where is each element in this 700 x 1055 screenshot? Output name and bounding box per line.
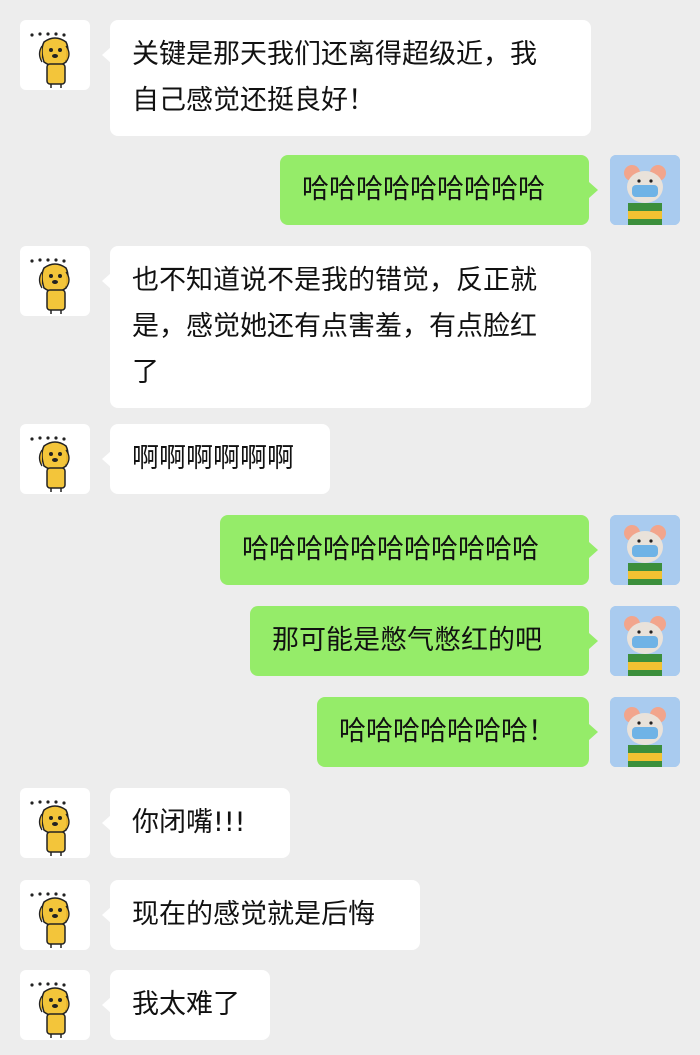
message-bubble-incoming[interactable]: 关键是那天我们还离得超级近，我 自己感觉还挺良好！ <box>110 20 591 136</box>
dog-avatar[interactable] <box>20 970 90 1040</box>
mouse-toy-avatar[interactable] <box>610 515 680 585</box>
mouse-toy-avatar[interactable] <box>610 606 680 676</box>
dog-avatar[interactable] <box>20 788 90 858</box>
message-bubble-outgoing[interactable]: 哈哈哈哈哈哈哈哈哈哈哈 <box>220 515 589 585</box>
dog-avatar[interactable] <box>20 246 90 316</box>
message-bubble-incoming[interactable]: 你闭嘴!!! <box>110 788 290 858</box>
message-bubble-incoming[interactable]: 也不知道说不是我的错觉，反正就 是，感觉她还有点害羞，有点脸红 了 <box>110 246 591 408</box>
dog-avatar[interactable] <box>20 880 90 950</box>
mouse-toy-avatar[interactable] <box>610 155 680 225</box>
message-bubble-incoming[interactable]: 啊啊啊啊啊啊 <box>110 424 330 494</box>
mouse-toy-avatar[interactable] <box>610 697 680 767</box>
message-bubble-outgoing[interactable]: 哈哈哈哈哈哈哈！ <box>317 697 589 767</box>
chat-view[interactable]: 关键是那天我们还离得超级近，我 自己感觉还挺良好！ 哈哈哈哈哈哈哈哈哈 也不知道… <box>0 0 700 1055</box>
dog-avatar[interactable] <box>20 424 90 494</box>
message-bubble-outgoing[interactable]: 哈哈哈哈哈哈哈哈哈 <box>280 155 589 225</box>
message-bubble-incoming[interactable]: 现在的感觉就是后悔 <box>110 880 420 950</box>
message-bubble-outgoing[interactable]: 那可能是憋气憋红的吧 <box>250 606 589 676</box>
dog-avatar[interactable] <box>20 20 90 90</box>
message-bubble-incoming[interactable]: 我太难了 <box>110 970 270 1040</box>
